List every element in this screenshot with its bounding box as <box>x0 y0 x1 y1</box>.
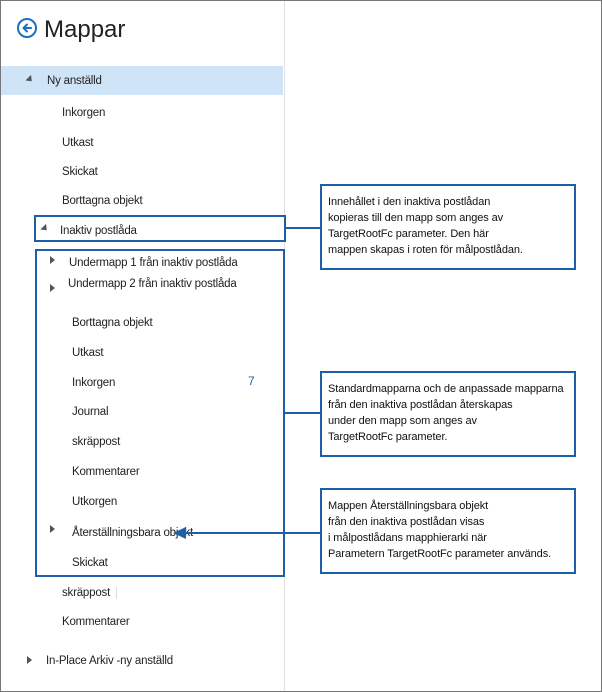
tree-item-inactive-journal[interactable]: Journal <box>72 406 109 418</box>
collapsed-triangle-icon[interactable] <box>50 525 55 533</box>
callout-line: Innehållet i den inaktiva postlådan <box>328 196 491 208</box>
tree-item-inactive-sent[interactable]: Skickat <box>72 557 108 569</box>
callout-recreated-folders: Standardmapparna och de anpassade mappar… <box>320 371 576 457</box>
callout-line: Standardmapparna och de anpassade mappar… <box>328 383 564 395</box>
unread-count-badge: 7 <box>248 374 255 388</box>
connector-line <box>285 412 321 414</box>
callout-line: mappen skapas i roten för målpostlådan. <box>328 244 523 256</box>
callout-line: Mappen Återställningsbara objekt <box>328 500 489 512</box>
tree-item-inbox[interactable]: Inkorgen <box>62 107 105 119</box>
callout-line: kopieras till den mapp som anges av <box>328 212 504 224</box>
callout-line: Parametern TargetRootFc parameter använd… <box>328 548 552 560</box>
connector-line <box>285 227 321 229</box>
tree-item-inactive-inbox[interactable]: Inkorgen <box>72 377 115 389</box>
tree-item-subfolder-2[interactable]: Undermapp 2 från inaktiv postlåda <box>68 278 237 290</box>
collapsed-triangle-icon[interactable] <box>50 284 55 292</box>
tree-item-deleted[interactable]: Borttagna objekt <box>62 195 143 207</box>
callout-line: i målpostlådans mapphierarki när <box>328 532 487 544</box>
arrow-left-circle-icon[interactable] <box>17 18 37 38</box>
callout-line: från den inaktiva postlådan återskapas <box>328 399 513 411</box>
callout-line: från den inaktiva postlådan visas <box>328 516 485 528</box>
callout-recoverable-items: Mappen Återställningsbara objekt från de… <box>320 488 576 574</box>
tree-item-inactive-drafts[interactable]: Utkast <box>72 347 104 359</box>
callout-line: under den mapp som anges av <box>328 415 477 427</box>
tree-item-inactive-mailbox[interactable]: Inaktiv postlåda <box>60 225 137 237</box>
tree-item-inactive-deleted[interactable]: Borttagna objekt <box>72 317 153 329</box>
tree-item-inactive-junk[interactable]: skräppost <box>72 436 120 448</box>
arrow-left-icon <box>173 527 320 539</box>
tree-item-inactive-comments[interactable]: Kommentarer <box>72 466 140 478</box>
callout-line: TargetRootFc parameter. <box>328 431 448 443</box>
collapsed-triangle-icon[interactable] <box>27 656 32 664</box>
tree-item-subfolder-1[interactable]: Undermapp 1 från inaktiv postlåda <box>69 257 238 269</box>
divider <box>116 587 117 599</box>
callout-target-folder: Innehållet i den inaktiva postlådan kopi… <box>320 184 576 270</box>
callout-line: TargetRootFc parameter. Den här <box>328 228 489 240</box>
tree-item-drafts[interactable]: Utkast <box>62 137 94 149</box>
tree-item-inactive-outbox[interactable]: Utkorgen <box>72 496 117 508</box>
tree-item-archive[interactable]: In-Place Arkiv -ny anställd <box>46 655 173 667</box>
tree-item-sent[interactable]: Skickat <box>62 166 98 178</box>
tree-item-junk[interactable]: skräppost <box>62 587 110 599</box>
tree-item-root-label[interactable]: Ny anställd <box>47 75 102 87</box>
collapsed-triangle-icon[interactable] <box>50 256 55 264</box>
tree-item-comments[interactable]: Kommentarer <box>62 616 130 628</box>
page-title: Mappar <box>44 16 126 43</box>
tree-item-root-selected[interactable] <box>1 66 283 95</box>
